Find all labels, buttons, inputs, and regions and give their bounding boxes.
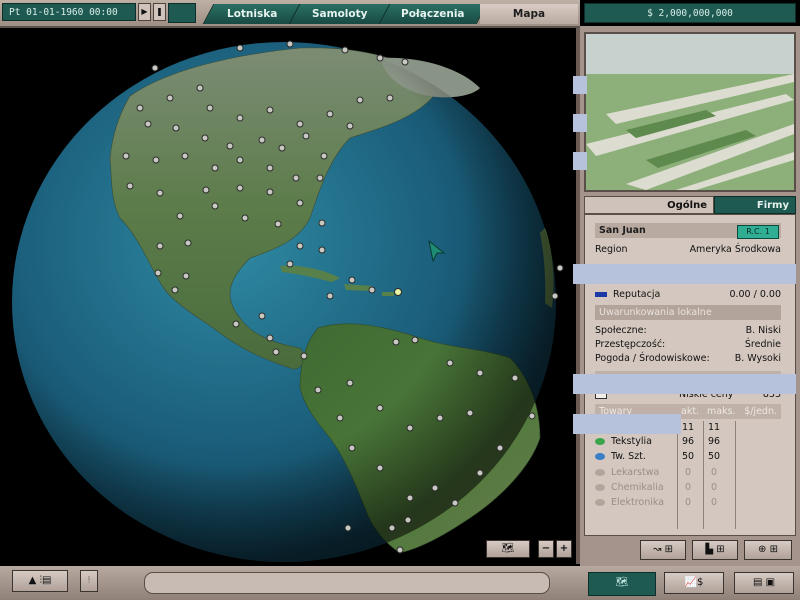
goods-row[interactable]: Tekstylia 96 96 — [595, 435, 781, 449]
statistics-icon[interactable]: 📈$ — [664, 572, 724, 594]
textiles-icon — [595, 438, 605, 445]
game-date: Pt 01-01-1960 00:00 — [2, 3, 136, 21]
settings-icon[interactable]: ▲ ⫶▤ — [12, 570, 68, 592]
region-value: Ameryka Środkowa — [689, 244, 781, 255]
info-tabs: Ogólne Firmy — [584, 196, 796, 214]
overlay-block — [573, 264, 796, 284]
airport-badge: R.C. 1 — [737, 225, 779, 239]
goods-name: Tw. Szt. — [611, 451, 646, 462]
city-icon[interactable]: ▙ ⊞ — [692, 540, 738, 560]
overlay-block — [573, 374, 796, 394]
goods-max: 0 — [710, 482, 718, 493]
money-display: $ 2,000,000,000 — [584, 3, 796, 23]
chemicals-icon — [595, 484, 605, 491]
time-pause-button[interactable]: ❚ — [153, 3, 166, 21]
goods-header-act: akt. — [681, 406, 700, 417]
condition-value: B. Niski — [745, 325, 781, 336]
plastics-icon — [595, 453, 605, 460]
zoom-in-button[interactable]: + — [556, 540, 572, 558]
condition-value: Średnie — [744, 339, 781, 350]
message-bar — [144, 572, 550, 594]
tab-map[interactable]: Mapa — [480, 4, 578, 24]
globe[interactable] — [0, 28, 576, 564]
mouse-cursor-icon — [428, 240, 446, 262]
tab-connections-label: Połączenia — [401, 8, 465, 20]
airport-photo — [584, 32, 796, 192]
reputation-row: Reputacja 0.00 / 0.00 — [595, 288, 781, 302]
tab-airports[interactable]: Lotniska — [202, 4, 302, 24]
tab-connections[interactable]: Połączenia — [378, 4, 488, 24]
tab-companies[interactable]: Firmy — [714, 196, 796, 214]
electronics-icon — [595, 499, 605, 506]
overlay-block — [573, 414, 681, 434]
tab-aircraft[interactable]: Samoloty — [288, 4, 392, 24]
route-icon[interactable]: ↝ ⊞ — [640, 540, 686, 560]
condition-row: Przestępczość: Średnie — [595, 338, 781, 352]
goods-row[interactable]: Elektronika 0 0 — [595, 496, 781, 510]
reputation-label: Reputacja — [613, 289, 661, 300]
tab-airports-label: Lotniska — [226, 8, 278, 20]
overlay-block — [573, 76, 587, 94]
overlay-block — [573, 152, 587, 170]
goods-header-max: maks. — [707, 406, 736, 417]
goods-max: 0 — [710, 467, 718, 478]
magnify-icon[interactable]: ⊕ ⊞ — [744, 540, 792, 560]
selected-airport-marker[interactable] — [394, 288, 402, 296]
goods-name: Elektronika — [611, 497, 665, 508]
map-view[interactable]: 🗺 − + — [0, 28, 580, 564]
condition-row: Pogoda / Środowiskowe: B. Wysoki — [595, 352, 781, 366]
world-map-icon[interactable]: 🗺 — [486, 540, 530, 558]
goods-act: 50 — [681, 451, 695, 462]
goods-header-per-unit: $/jedn. — [744, 406, 777, 417]
region-row: Region Ameryka Środkowa — [595, 243, 781, 257]
goods-name: Tekstylia — [611, 436, 652, 447]
tab-general[interactable]: Ogólne — [584, 196, 714, 214]
goods-name: Lekarstwa — [611, 467, 660, 478]
goods-max: 50 — [707, 451, 721, 462]
zoom-out-button[interactable]: − — [538, 540, 554, 558]
speed-control-icon[interactable] — [168, 3, 196, 23]
goods-max: 11 — [707, 422, 721, 433]
goods-row[interactable]: Chemikalia 0 0 — [595, 481, 781, 495]
goods-max: 96 — [707, 436, 721, 447]
condition-label: Pogoda / Środowiskowe: — [595, 353, 710, 364]
reputation-value: 0.00 / 0.00 — [729, 289, 781, 300]
goods-row[interactable]: Lekarstwa 0 0 — [595, 466, 781, 480]
condition-label: Przestępczość: — [595, 339, 666, 350]
goods-act: 11 — [681, 422, 695, 433]
tab-aircraft-label: Samoloty — [312, 8, 368, 20]
reputation-color-icon — [595, 292, 607, 297]
goods-act: 0 — [684, 482, 692, 493]
local-conditions-header: Uwarunkowania lokalne — [595, 305, 781, 320]
alert-icon[interactable]: ! — [80, 570, 98, 592]
goods-name: Chemikalia — [611, 482, 664, 493]
medicine-icon — [595, 469, 605, 476]
time-play-button[interactable]: ▶ — [138, 3, 151, 21]
overlay-block — [573, 114, 587, 132]
condition-row: Społeczne: B. Niski — [595, 324, 781, 338]
goods-act: 96 — [681, 436, 695, 447]
goods-act: 0 — [684, 497, 692, 508]
goods-row[interactable]: Tw. Szt. 50 50 — [595, 450, 781, 464]
region-label: Region — [595, 244, 628, 255]
condition-label: Społeczne: — [595, 325, 647, 336]
globe-shading — [12, 42, 556, 562]
list-icon[interactable]: ▤ ▣ — [734, 572, 794, 594]
goods-max: 0 — [710, 497, 718, 508]
goods-act: 0 — [684, 467, 692, 478]
condition-value: B. Wysoki — [734, 353, 781, 364]
world-map-icon[interactable]: 🗺 — [588, 572, 656, 596]
